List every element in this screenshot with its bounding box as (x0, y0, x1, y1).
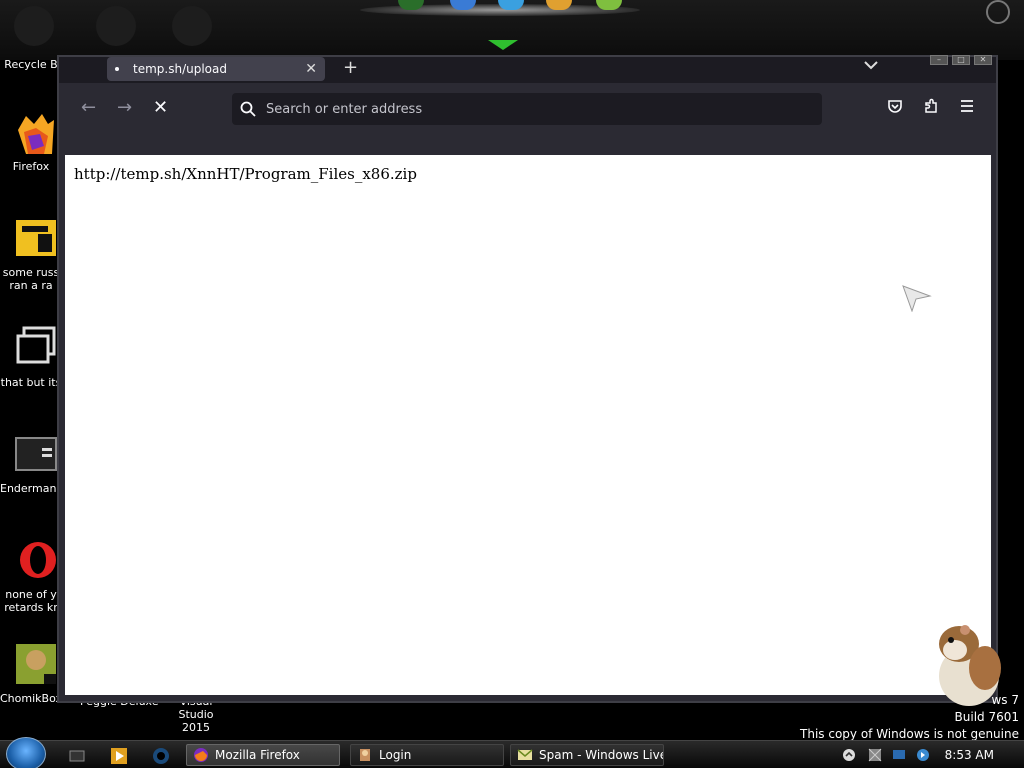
tab-close-icon[interactable]: ✕ (305, 61, 317, 77)
browser-quicklaunch-icon[interactable] (152, 747, 170, 765)
desktop-icon-label: Endermanc (0, 482, 62, 495)
desktop-icon-label: Firefox (12, 160, 50, 173)
desktop-icon-enderman[interactable]: Endermanc (0, 432, 62, 495)
tray-volume-icon[interactable] (916, 748, 930, 762)
taskbar-clock[interactable]: 8:53 AM (945, 748, 994, 762)
dock-ghost-icon (14, 6, 54, 46)
chomikbox-icon (16, 644, 56, 684)
firefox-icon (194, 748, 208, 762)
desktop-icon-firefox[interactable]: Firefox (0, 110, 62, 173)
opera-icon (20, 542, 56, 578)
tab-bar: temp.sh/upload ✕ + – □ ✕ (59, 55, 996, 83)
taskbar-item-login[interactable]: Login (350, 744, 504, 766)
desktop-icon-recycle-bin[interactable]: Recycle B (0, 58, 62, 71)
tab-title: temp.sh/upload (133, 62, 227, 76)
dock-settings-icon[interactable] (986, 0, 1010, 24)
extensions-icon[interactable] (923, 98, 939, 118)
nav-bar: ← → ✕ (59, 83, 996, 155)
tab-temp-sh-upload[interactable]: temp.sh/upload ✕ (107, 57, 325, 81)
back-icon[interactable]: ← (81, 97, 96, 118)
taskbar-item-label: Login (379, 748, 412, 762)
desktop-icon-chomikbox[interactable]: ChomikBox (0, 642, 62, 705)
windows-watermark: ws 7 Build 7601 This copy of Windows is … (800, 692, 1019, 743)
start-button[interactable] (6, 737, 46, 768)
minimize-button[interactable]: – (930, 55, 948, 65)
stop-icon[interactable]: ✕ (153, 97, 168, 118)
forward-icon[interactable]: → (117, 97, 132, 118)
desktop-icon-label: that but its (0, 376, 62, 389)
url-input[interactable] (266, 101, 806, 117)
address-bar[interactable] (232, 93, 822, 125)
console-icon (15, 437, 57, 471)
new-tab-icon[interactable]: + (343, 57, 358, 79)
watermark-line: ws 7 (991, 693, 1019, 707)
desktop-icon-that-but-its[interactable]: that but its (0, 326, 62, 389)
window-controls: – □ ✕ (930, 55, 992, 65)
watermark-line: Build 7601 (954, 710, 1019, 724)
taskbar-item-label: Spam - Windows Live ... (539, 748, 663, 762)
mail-icon (517, 749, 533, 760)
firefox-window[interactable]: temp.sh/upload ✕ + – □ ✕ ← → ✕ Search or… (57, 55, 998, 703)
loading-dot-icon (115, 67, 119, 71)
media-player-icon[interactable] (110, 747, 128, 765)
mouse-cursor-icon (902, 285, 932, 312)
list-all-tabs-icon[interactable] (864, 59, 878, 73)
dock-ghost-icon (172, 6, 212, 46)
desktop-icon-label: none of y (5, 588, 57, 601)
desktop-icon-none-of-you[interactable]: none of y retards kr (0, 538, 62, 614)
desktop-icon-label: Recycle B (4, 58, 58, 71)
dock-ghost-icon (96, 6, 136, 46)
desktop-icon-label: ChomikBox (0, 692, 62, 705)
page-content: http://temp.sh/XnnHT/Program_Files_x86.z… (65, 155, 991, 695)
taskbar-item-label: Mozilla Firefox (215, 748, 300, 762)
login-icon (360, 749, 370, 761)
tray-network-icon[interactable] (868, 748, 882, 762)
desktop-icon-label: retards kr (4, 601, 58, 614)
desktop-icon-label: some russ (2, 266, 60, 279)
copy-icon (16, 326, 56, 364)
dock-arrow-icon[interactable] (488, 40, 518, 50)
search-icon (240, 101, 256, 117)
top-dock (0, 0, 1024, 60)
taskbar-item-windows-live-mail[interactable]: Spam - Windows Live ... (510, 744, 664, 766)
show-desktop-icon[interactable] (68, 747, 86, 765)
close-window-button[interactable]: ✕ (974, 55, 992, 65)
firefox-icon (18, 114, 54, 154)
desktop-icon-label: ran a ra (9, 279, 53, 292)
desktop-icon-russian-file[interactable]: some russ ran a ra (0, 216, 62, 292)
taskbar-item-firefox[interactable]: Mozilla Firefox (186, 744, 340, 766)
tray-expand-icon[interactable] (842, 748, 856, 762)
pocket-icon[interactable] (887, 98, 903, 118)
taskbar: Mozilla Firefox Login Spam - Windows Liv… (0, 737, 1024, 768)
text-file-icon (16, 220, 56, 256)
menu-icon[interactable] (959, 98, 975, 118)
tray-display-icon[interactable] (892, 748, 906, 762)
page-text-link[interactable]: http://temp.sh/XnnHT/Program_Files_x86.z… (74, 165, 417, 183)
maximize-button[interactable]: □ (952, 55, 970, 65)
